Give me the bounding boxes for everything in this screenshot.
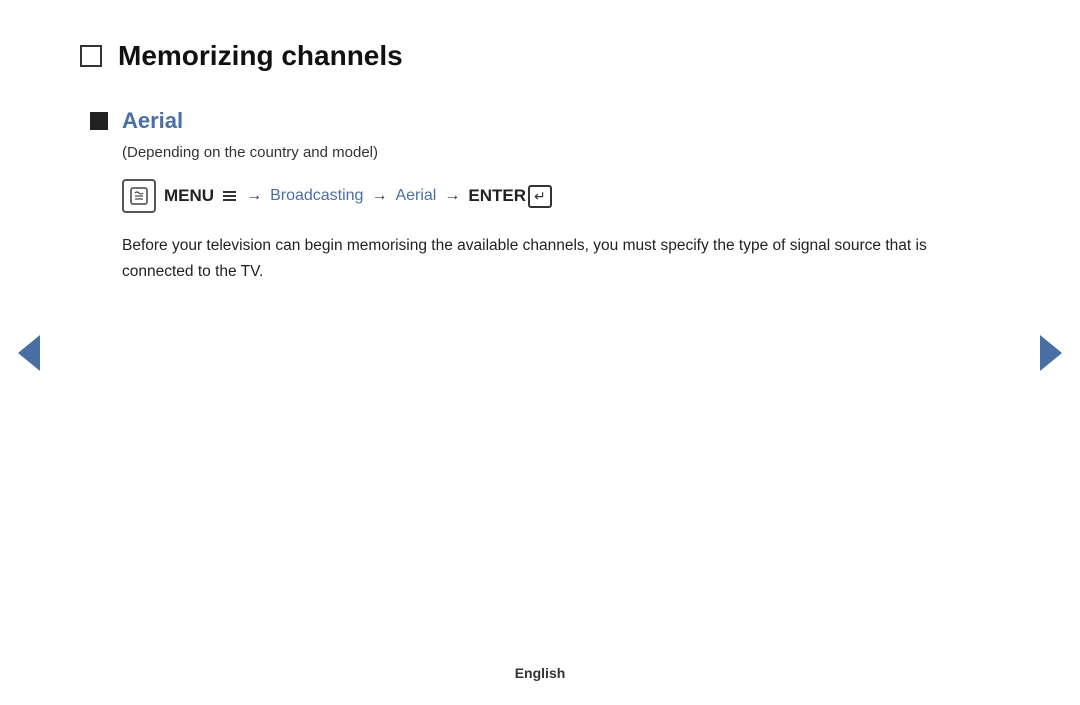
aerial-link: Aerial (395, 187, 436, 205)
menu-icon (122, 179, 156, 213)
arrow-2-icon: → (371, 187, 387, 205)
enter-key-icon: ↵ (528, 185, 552, 208)
arrow-3-icon: → (444, 187, 460, 205)
page-title: Memorizing channels (118, 40, 403, 72)
section-title: Aerial (122, 108, 183, 134)
section-subtitle: (Depending on the country and model) (122, 144, 1000, 161)
nav-right-button[interactable] (1040, 335, 1062, 371)
section-description: Before your television can begin memoris… (122, 233, 982, 286)
enter-key-group: ENTER ↵ (468, 185, 551, 208)
main-title-row: Memorizing channels (80, 40, 1000, 72)
menu-label: MENU (164, 186, 214, 206)
aerial-section: Aerial (Depending on the country and mod… (90, 108, 1000, 286)
enter-label: ENTER (468, 186, 526, 206)
arrow-1-icon: → (246, 187, 262, 205)
title-checkbox-icon (80, 45, 102, 67)
page-container: Memorizing channels Aerial (Depending on… (0, 0, 1080, 705)
broadcasting-link: Broadcasting (270, 187, 363, 205)
footer-language: English (515, 665, 566, 681)
nav-left-button[interactable] (18, 335, 40, 371)
menu-bars-icon (223, 191, 236, 201)
section-bullet-icon (90, 112, 108, 130)
section-header: Aerial (90, 108, 1000, 134)
menu-path: MENU → Broadcasting → Aerial → ENTER ↵ (122, 179, 1000, 213)
